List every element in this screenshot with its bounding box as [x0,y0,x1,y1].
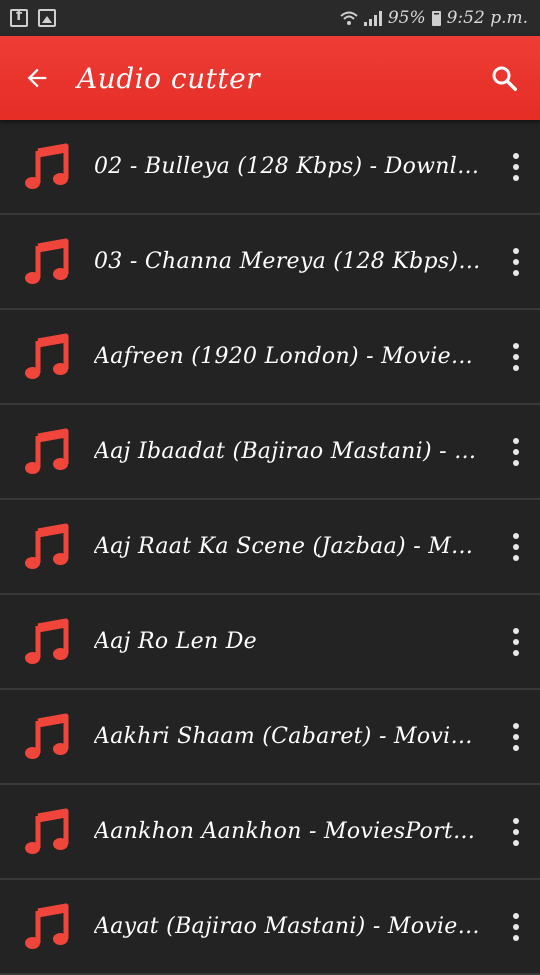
song-title: Aaj Ibaadat (Bajirao Mastani) - MoviesPo… [94,439,492,464]
more-options-button[interactable] [492,880,540,973]
more-options-button[interactable] [492,595,540,688]
list-item[interactable]: Aafreen (1920 London) - MoviesPort.Com [0,310,540,405]
list-item[interactable]: Aankhon Aankhon - MoviesPort.Com [0,785,540,880]
more-options-button[interactable] [492,120,540,213]
more-options-button[interactable] [492,405,540,498]
back-button[interactable] [7,36,67,120]
list-item[interactable]: Aaj Raat Ka Scene (Jazbaa) - MoviesPort.… [0,500,540,595]
more-vert-icon [513,247,519,276]
list-item[interactable]: Aayat (Bajirao Mastani) - MoviesPort.Com [0,880,540,975]
list-item[interactable]: 02 - Bulleya (128 Kbps) - DownloadMing.S… [0,120,540,215]
more-vert-icon [513,152,519,181]
music-note-icon [0,405,94,498]
gallery-icon [38,9,56,27]
more-vert-icon [513,817,519,846]
app-bar: Audio cutter [0,36,540,120]
song-title: Aafreen (1920 London) - MoviesPort.Com [94,344,492,369]
list-item[interactable]: Aaj Ibaadat (Bajirao Mastani) - MoviesPo… [0,405,540,500]
music-note-icon [0,880,94,973]
search-icon [492,66,517,91]
song-title: 02 - Bulleya (128 Kbps) - DownloadMing.S… [94,154,492,179]
facebook-icon [10,8,28,27]
list-item[interactable]: Aaj Ro Len De [0,595,540,690]
more-vert-icon [513,722,519,751]
song-title: 03 - Channa Mereya (128 Kbps) - Download… [94,249,492,274]
song-title: Aakhri Shaam (Cabaret) - MoviesPort.Com [94,724,492,749]
music-note-icon [0,120,94,213]
music-note-icon [0,785,94,878]
more-vert-icon [513,627,519,656]
more-vert-icon [513,912,519,941]
list-item[interactable]: 03 - Channa Mereya (128 Kbps) - Download… [0,215,540,310]
more-options-button[interactable] [492,785,540,878]
more-options-button[interactable] [492,310,540,403]
search-button[interactable] [476,36,532,120]
song-list: 02 - Bulleya (128 Kbps) - DownloadMing.S… [0,120,540,975]
arrow-back-icon [27,68,47,88]
music-note-icon [0,595,94,688]
music-note-icon [0,215,94,308]
status-left [10,8,56,27]
more-vert-icon [513,532,519,561]
more-options-button[interactable] [492,215,540,308]
battery-icon [431,10,441,26]
more-vert-icon [513,437,519,466]
wifi-icon [340,11,358,25]
music-note-icon [0,690,94,783]
more-options-button[interactable] [492,690,540,783]
music-note-icon [0,310,94,403]
music-note-icon [0,500,94,593]
song-title: Aaj Raat Ka Scene (Jazbaa) - MoviesPort.… [94,534,492,559]
status-bar: 95% 9:52 p.m. [0,0,540,36]
battery-percent: 95% [387,8,426,28]
clock: 9:52 p.m. [446,8,528,28]
more-options-button[interactable] [492,500,540,593]
status-right: 95% 9:52 p.m. [340,8,528,28]
song-title: Aaj Ro Len De [94,629,257,654]
more-vert-icon [513,342,519,371]
song-title: Aayat (Bajirao Mastani) - MoviesPort.Com [94,914,492,939]
song-title: Aankhon Aankhon - MoviesPort.Com [94,819,492,844]
page-title: Audio cutter [77,61,261,95]
signal-icon [363,10,382,26]
list-item[interactable]: Aakhri Shaam (Cabaret) - MoviesPort.Com [0,690,540,785]
